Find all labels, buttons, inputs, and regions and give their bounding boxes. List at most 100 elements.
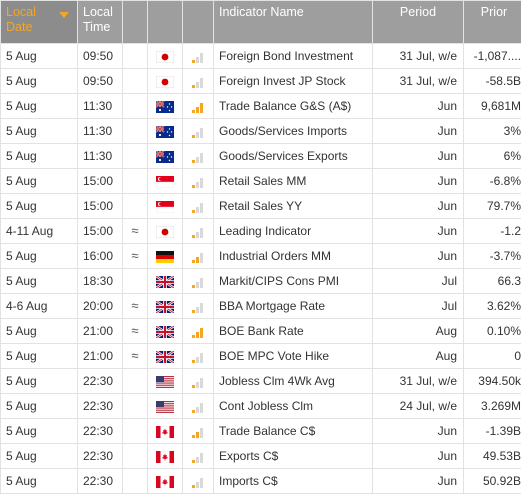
au-flag-icon — [156, 126, 174, 138]
indicator-name[interactable]: Goods/Services Imports — [214, 119, 373, 144]
column-header-indicator-name[interactable]: Indicator Name — [214, 1, 373, 44]
table-row[interactable]: 5 Aug11:30Goods/Services ExportsJun6% — [1, 144, 521, 169]
country-cell — [148, 69, 183, 94]
indicator-name[interactable]: Trade Balance C$ — [214, 419, 373, 444]
indicator-name[interactable]: Retail Sales YY — [214, 194, 373, 219]
indicator-name[interactable]: BBA Mortgage Rate — [214, 294, 373, 319]
jp-flag-icon — [156, 226, 174, 238]
indicator-name[interactable]: BOE MPC Vote Hike — [214, 344, 373, 369]
table-row[interactable]: 4-11 Aug15:00≈Leading IndicatorJun-1.2 — [1, 219, 521, 244]
table-row[interactable]: 5 Aug09:50Foreign Bond Investment31 Jul,… — [1, 44, 521, 69]
importance-cell — [183, 269, 214, 294]
table-row[interactable]: 5 Aug22:30Imports C$Jun50.92B — [1, 469, 521, 494]
economic-calendar-table: Local Date Local Time Indicator Name Per… — [0, 0, 521, 494]
gb-flag-icon — [156, 301, 174, 313]
gb-flag-icon — [156, 351, 174, 363]
ca-flag-icon — [156, 426, 174, 438]
importance-cell — [183, 194, 214, 219]
event-time: 21:00 — [78, 319, 123, 344]
event-time: 09:50 — [78, 44, 123, 69]
prior-value: 0.10% — [464, 319, 521, 344]
table-row[interactable]: 5 Aug22:30Exports C$Jun49.53B — [1, 444, 521, 469]
event-date: 5 Aug — [1, 194, 78, 219]
table-row[interactable]: 5 Aug21:00≈BOE MPC Vote HikeAug0 — [1, 344, 521, 369]
column-header-period[interactable]: Period — [373, 1, 464, 44]
table-row[interactable]: 5 Aug15:00Retail Sales MMJun-6.8% — [1, 169, 521, 194]
country-cell — [148, 344, 183, 369]
sg-flag-icon — [156, 201, 174, 213]
indicator-name[interactable]: Markit/CIPS Cons PMI — [214, 269, 373, 294]
importance-bar — [196, 157, 199, 163]
importance-bar — [200, 103, 203, 113]
importance-bar — [196, 332, 199, 338]
indicator-name[interactable]: Trade Balance G&S (A$) — [214, 94, 373, 119]
indicator-name[interactable]: Exports C$ — [214, 444, 373, 469]
event-time: 22:30 — [78, 419, 123, 444]
table-row[interactable]: 5 Aug22:30Trade Balance C$Jun-1.39B — [1, 419, 521, 444]
event-time: 15:00 — [78, 194, 123, 219]
table-row[interactable]: 5 Aug22:30Cont Jobless Clm24 Jul, w/e3.2… — [1, 394, 521, 419]
prior-value: -6.8% — [464, 169, 521, 194]
importance-bar — [200, 228, 203, 238]
importance-bars-icon — [192, 351, 204, 363]
table-row[interactable]: 5 Aug11:30Trade Balance G&S (A$)Jun9,681… — [1, 94, 521, 119]
prior-value: 9,681M — [464, 94, 521, 119]
event-period: Jun — [373, 119, 464, 144]
table-row[interactable]: 5 Aug21:00≈BOE Bank RateAug0.10% — [1, 319, 521, 344]
event-date: 5 Aug — [1, 469, 78, 494]
importance-bar — [200, 128, 203, 138]
local-time-header-label: Local Time — [83, 5, 121, 35]
table-row[interactable]: 5 Aug15:00Retail Sales YYJun79.7% — [1, 194, 521, 219]
event-time: 16:00 — [78, 244, 123, 269]
table-row[interactable]: 5 Aug18:30Markit/CIPS Cons PMIJul66.3 — [1, 269, 521, 294]
importance-bar — [192, 410, 195, 413]
table-row[interactable]: 5 Aug16:00≈Industrial Orders MMJun-3.7% — [1, 244, 521, 269]
table-row[interactable]: 5 Aug09:50Foreign Invest JP Stock31 Jul,… — [1, 69, 521, 94]
indicator-name[interactable]: Leading Indicator — [214, 219, 373, 244]
indicator-name[interactable]: Foreign Invest JP Stock — [214, 69, 373, 94]
prior-value: 49.53B — [464, 444, 521, 469]
importance-bar — [200, 253, 203, 263]
indicator-name[interactable]: Jobless Clm 4Wk Avg — [214, 369, 373, 394]
column-header-local-date[interactable]: Local Date — [1, 1, 78, 44]
indicator-name[interactable]: Industrial Orders MM — [214, 244, 373, 269]
importance-cell — [183, 144, 214, 169]
event-date: 5 Aug — [1, 144, 78, 169]
country-cell — [148, 469, 183, 494]
column-header-prior[interactable]: Prior — [464, 1, 521, 44]
column-header-local-time[interactable]: Local Time — [78, 1, 123, 44]
indicator-name[interactable]: Foreign Bond Investment — [214, 44, 373, 69]
event-period: 31 Jul, w/e — [373, 369, 464, 394]
importance-bar — [200, 278, 203, 288]
importance-bars-icon — [192, 176, 204, 188]
indicator-name[interactable]: Cont Jobless Clm — [214, 394, 373, 419]
importance-bars-icon — [192, 126, 204, 138]
event-time: 11:30 — [78, 119, 123, 144]
prior-value: 394.50k — [464, 369, 521, 394]
importance-bars-icon — [192, 301, 204, 313]
approximate-time-marker — [123, 69, 148, 94]
indicator-name[interactable]: BOE Bank Rate — [214, 319, 373, 344]
table-row[interactable]: 5 Aug11:30Goods/Services ImportsJun3% — [1, 119, 521, 144]
importance-bars-icon — [192, 426, 204, 438]
table-row[interactable]: 5 Aug22:30Jobless Clm 4Wk Avg31 Jul, w/e… — [1, 369, 521, 394]
approximate-time-marker — [123, 394, 148, 419]
indicator-name[interactable]: Goods/Services Exports — [214, 144, 373, 169]
gb-flag-icon — [156, 276, 174, 288]
event-date: 5 Aug — [1, 394, 78, 419]
approximate-time-marker — [123, 469, 148, 494]
approximate-time-marker — [123, 44, 148, 69]
indicator-name[interactable]: Imports C$ — [214, 469, 373, 494]
table-row[interactable]: 4-6 Aug20:00≈BBA Mortgage RateJul3.62% — [1, 294, 521, 319]
importance-bar — [196, 382, 199, 388]
importance-bars-icon — [192, 201, 204, 213]
prior-value: -1.39B — [464, 419, 521, 444]
importance-bar — [192, 110, 195, 113]
importance-bars-icon — [192, 151, 204, 163]
indicator-name[interactable]: Retail Sales MM — [214, 169, 373, 194]
importance-bar — [192, 335, 195, 338]
country-cell — [148, 169, 183, 194]
importance-cell — [183, 119, 214, 144]
importance-bar — [192, 160, 195, 163]
importance-bar — [192, 135, 195, 138]
